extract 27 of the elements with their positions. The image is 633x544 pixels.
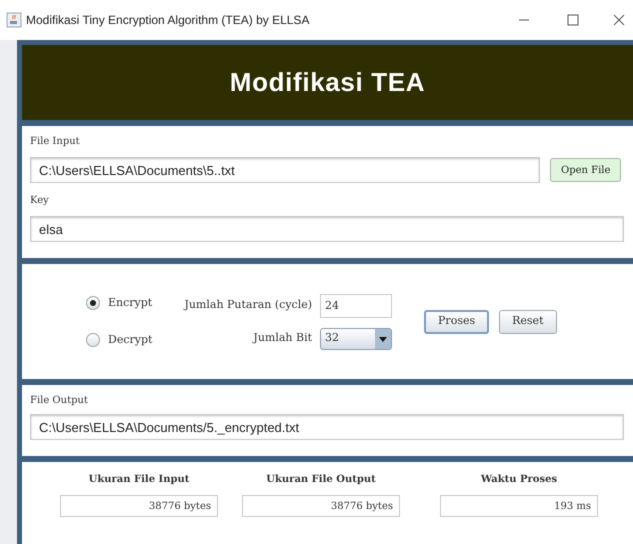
cycle-field[interactable]: 24 bbox=[320, 294, 392, 318]
field-label: File Input bbox=[30, 135, 81, 149]
app-title: Modifikasi TEA bbox=[230, 66, 426, 99]
radio-button[interactable] bbox=[86, 332, 100, 347]
cycle-label: Jumlah Putaran (cycle) bbox=[184, 297, 312, 314]
close-icon[interactable] bbox=[613, 14, 625, 26]
stat-label: Waktu Proses bbox=[480, 473, 558, 487]
bit-dropdown[interactable]: 32 bbox=[320, 328, 392, 350]
file-input-field[interactable]: C:\Users\ELLSA\Documents\5..txt bbox=[30, 157, 540, 183]
open-file-button[interactable]: Open File bbox=[550, 158, 622, 182]
field-label: Key bbox=[30, 194, 50, 208]
stat-label: Ukuran File Input bbox=[88, 473, 190, 487]
stat-field[interactable]: 38776 bytes bbox=[60, 495, 218, 517]
stat-label: Ukuran File Output bbox=[266, 473, 376, 487]
maximize-icon[interactable] bbox=[567, 14, 579, 26]
bit-label: Jumlah Bit bbox=[253, 330, 312, 346]
radio-label: Decrypt bbox=[108, 332, 152, 348]
radio-button[interactable] bbox=[86, 296, 100, 310]
action-button[interactable]: Reset bbox=[499, 310, 556, 334]
stat-field[interactable]: 38776 bytes bbox=[242, 495, 400, 517]
field-label: File Output bbox=[30, 394, 89, 408]
window-title: Modifikasi Tiny Encryption Algorithm (TEA) by ELLSA bbox=[26, 12, 310, 29]
file-output-field[interactable]: C:\Users\ELLSA\Documents/5._encrypted.txt bbox=[30, 414, 624, 440]
radio-label: Encrypt bbox=[108, 295, 152, 311]
stat-field[interactable]: 193 ms bbox=[440, 495, 598, 517]
action-button[interactable]: Proses bbox=[424, 310, 490, 334]
key-field[interactable]: elsa bbox=[30, 216, 624, 242]
